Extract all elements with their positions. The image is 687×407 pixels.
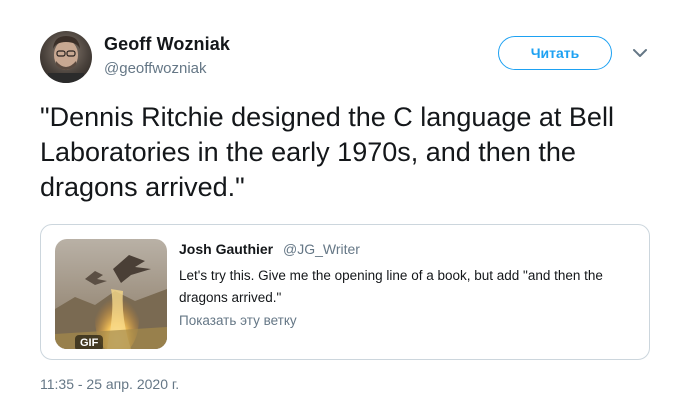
quoted-tweet-text: Let's try this. Give me the opening line… bbox=[179, 268, 603, 305]
tweet-timestamp[interactable]: 11:35 - 25 апр. 2020 г. bbox=[40, 376, 179, 392]
avatar[interactable] bbox=[40, 31, 92, 83]
quoted-tweet-card[interactable]: GIF Josh Gauthier @JG_Writer Let's try t… bbox=[40, 224, 650, 360]
quoted-tweet-media[interactable]: GIF bbox=[55, 239, 167, 349]
gif-badge: GIF bbox=[75, 335, 104, 349]
author-handle[interactable]: @geoffwozniak bbox=[104, 60, 207, 77]
quoted-author-handle[interactable]: @JG_Writer bbox=[283, 241, 360, 257]
quoted-author-name[interactable]: Josh Gauthier bbox=[179, 241, 273, 257]
show-thread-link[interactable]: Показать эту ветку bbox=[179, 313, 297, 328]
tweet-text: "Dennis Ritchie designed the C language … bbox=[40, 102, 614, 202]
follow-button[interactable]: Читать bbox=[498, 36, 612, 70]
chevron-down-icon[interactable] bbox=[632, 47, 648, 59]
tweet: Geoff Wozniak @geoffwozniak Читать "Denn… bbox=[0, 0, 687, 407]
author-name[interactable]: Geoff Wozniak bbox=[104, 34, 230, 55]
